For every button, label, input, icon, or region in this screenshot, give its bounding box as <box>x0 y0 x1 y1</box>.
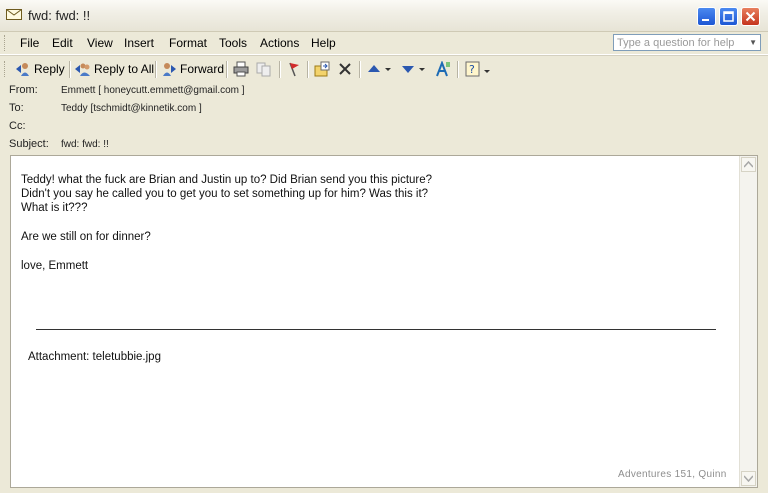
toolbar-separator <box>226 61 228 78</box>
chevron-down-icon <box>744 475 753 482</box>
menu-tools[interactable]: Tools <box>219 36 247 50</box>
message-signoff: love, Emmett <box>21 260 89 272</box>
toolbar-separator <box>69 61 71 78</box>
copy-button[interactable] <box>256 61 275 77</box>
title-bar: fwd: fwd: !! <box>0 0 768 32</box>
next-item-button[interactable] <box>400 61 426 77</box>
toolbar-separator <box>155 61 157 78</box>
chevron-down-icon <box>484 70 490 73</box>
subject-value: fwd: fwd: !! <box>61 139 109 150</box>
to-value[interactable]: Teddy [tschmidt@kinnetik.com ] <box>61 103 202 114</box>
maximize-button[interactable] <box>719 7 738 26</box>
address-book-icon <box>436 61 450 77</box>
move-to-folder-button[interactable] <box>314 61 333 77</box>
toolbar-separator <box>457 61 459 78</box>
vertical-scrollbar[interactable] <box>739 156 757 487</box>
message-line: What is it??? <box>21 202 88 214</box>
menu-grip[interactable] <box>4 35 8 51</box>
window-title: fwd: fwd: !! <box>28 8 91 23</box>
next-item-icon <box>402 66 414 73</box>
help-search-input[interactable]: Type a question for help ▼ <box>613 34 761 51</box>
cc-label: Cc: <box>9 120 26 132</box>
help-search-placeholder: Type a question for help <box>617 37 735 49</box>
reply-icon <box>16 63 29 76</box>
previous-item-icon <box>368 65 380 72</box>
minimize-icon <box>702 19 709 21</box>
reply-all-label: Reply to All <box>94 62 155 76</box>
to-label: To: <box>9 102 24 114</box>
reply-label: Reply <box>34 62 65 76</box>
toolbar-separator <box>279 61 281 78</box>
menu-view[interactable]: View <box>87 36 113 50</box>
scroll-up-button[interactable] <box>741 157 756 172</box>
forward-label: Forward <box>180 62 225 76</box>
message-body[interactable]: Teddy! what the fuck are Brian and Justi… <box>10 155 758 488</box>
chevron-up-icon <box>744 161 753 168</box>
svg-text:?: ? <box>469 63 475 76</box>
menu-file[interactable]: File <box>20 36 39 50</box>
close-button[interactable] <box>741 7 760 26</box>
message-line: Didn't you say he called you to get you … <box>21 188 429 200</box>
flag-icon <box>289 62 299 77</box>
chevron-down-icon <box>385 68 391 71</box>
move-to-folder-icon <box>314 61 330 77</box>
delete-icon <box>339 63 351 75</box>
reply-all-button[interactable]: Reply to All <box>75 61 154 77</box>
divider <box>36 329 716 330</box>
menu-format[interactable]: Format <box>169 36 207 50</box>
delete-button[interactable] <box>337 61 356 77</box>
close-icon <box>745 11 756 22</box>
menu-insert[interactable]: Insert <box>124 36 154 50</box>
minimize-button[interactable] <box>697 7 716 26</box>
chevron-down-icon[interactable]: ▼ <box>749 38 757 47</box>
toolbar-grip[interactable] <box>4 61 8 77</box>
toolbar: Reply Reply to All Forward ? <box>0 55 768 82</box>
scroll-down-button[interactable] <box>741 471 756 486</box>
help-button[interactable]: ? <box>465 61 491 77</box>
reply-all-icon <box>75 63 90 76</box>
message-line: Are we still on for dinner? <box>21 231 151 243</box>
toolbar-separator <box>307 61 309 78</box>
forward-button[interactable]: Forward <box>161 61 224 77</box>
credit-text: Adventures 151, Quinn <box>618 469 727 480</box>
copy-icon <box>256 62 271 77</box>
envelope-icon <box>6 9 22 20</box>
forward-icon <box>163 63 176 76</box>
toolbar-separator <box>359 61 361 78</box>
print-icon <box>233 61 249 77</box>
message-line: Teddy! what the fuck are Brian and Justi… <box>21 174 433 186</box>
address-book-button[interactable] <box>435 61 454 77</box>
previous-item-button[interactable] <box>366 61 392 77</box>
menu-actions[interactable]: Actions <box>260 36 299 50</box>
chevron-down-icon <box>419 68 425 71</box>
attachment-label[interactable]: Attachment: teletubbie.jpg <box>28 351 161 363</box>
help-icon: ? <box>465 61 480 77</box>
menu-edit[interactable]: Edit <box>52 36 73 50</box>
from-label: From: <box>9 84 38 96</box>
menu-help[interactable]: Help <box>311 36 336 50</box>
flag-button[interactable] <box>286 61 305 77</box>
from-value[interactable]: Emmett [ honeycutt.emmett@gmail.com ] <box>61 85 245 96</box>
maximize-icon <box>723 11 734 22</box>
print-button[interactable] <box>233 61 252 77</box>
reply-button[interactable]: Reply <box>15 61 65 77</box>
subject-label: Subject: <box>9 138 49 150</box>
